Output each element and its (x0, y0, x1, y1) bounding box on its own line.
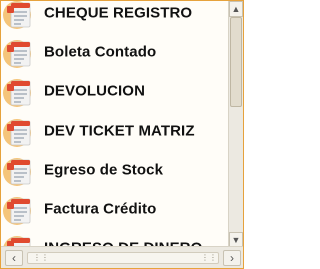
invoice-icon (3, 154, 37, 188)
invoice-icon (3, 193, 37, 227)
invoice-icon (3, 75, 37, 109)
grip-icon: ⋮⋮ (201, 253, 217, 262)
scroll-right-button[interactable]: › (223, 250, 241, 266)
scroll-up-button[interactable]: ▲ (229, 1, 243, 17)
horizontal-scroll-track[interactable] (27, 252, 219, 264)
list-item[interactable]: DEV TICKET MATRIZ (1, 111, 229, 150)
list-item-label: DEVOLUCION (44, 82, 146, 100)
vertical-scroll-thumb[interactable] (230, 17, 242, 107)
horizontal-scrollbar[interactable]: ‹ ⋮⋮ ⋮⋮ › (1, 246, 243, 268)
list-item[interactable]: Egreso de Stock (1, 150, 229, 189)
scroll-left-button[interactable]: ‹ (5, 250, 23, 266)
vertical-scrollbar[interactable]: ▲ ▼ (228, 1, 243, 248)
grip-icon: ⋮⋮ (33, 253, 49, 262)
invoice-icon (3, 115, 37, 149)
list-item[interactable]: Boleta Contado (1, 32, 229, 71)
list-item[interactable]: CHEQUE REGISTRO (1, 1, 229, 32)
invoice-icon (3, 36, 37, 70)
list-item-label: DEV TICKET MATRIZ (44, 122, 195, 140)
list-item-label: CHEQUE REGISTRO (44, 4, 193, 22)
list-item[interactable]: Factura Crédito (1, 189, 229, 228)
list-item-label: Egreso de Stock (44, 161, 164, 179)
list-item-label: Boleta Contado (44, 43, 157, 61)
document-type-list-panel: CHEQUE REGISTRO Boleta Contado DEVOLUCIO… (0, 0, 244, 269)
invoice-icon (3, 1, 37, 31)
list-item[interactable]: DEVOLUCION (1, 72, 229, 111)
document-type-list: CHEQUE REGISTRO Boleta Contado DEVOLUCIO… (1, 1, 229, 248)
list-item-label: Factura Crédito (44, 200, 157, 218)
